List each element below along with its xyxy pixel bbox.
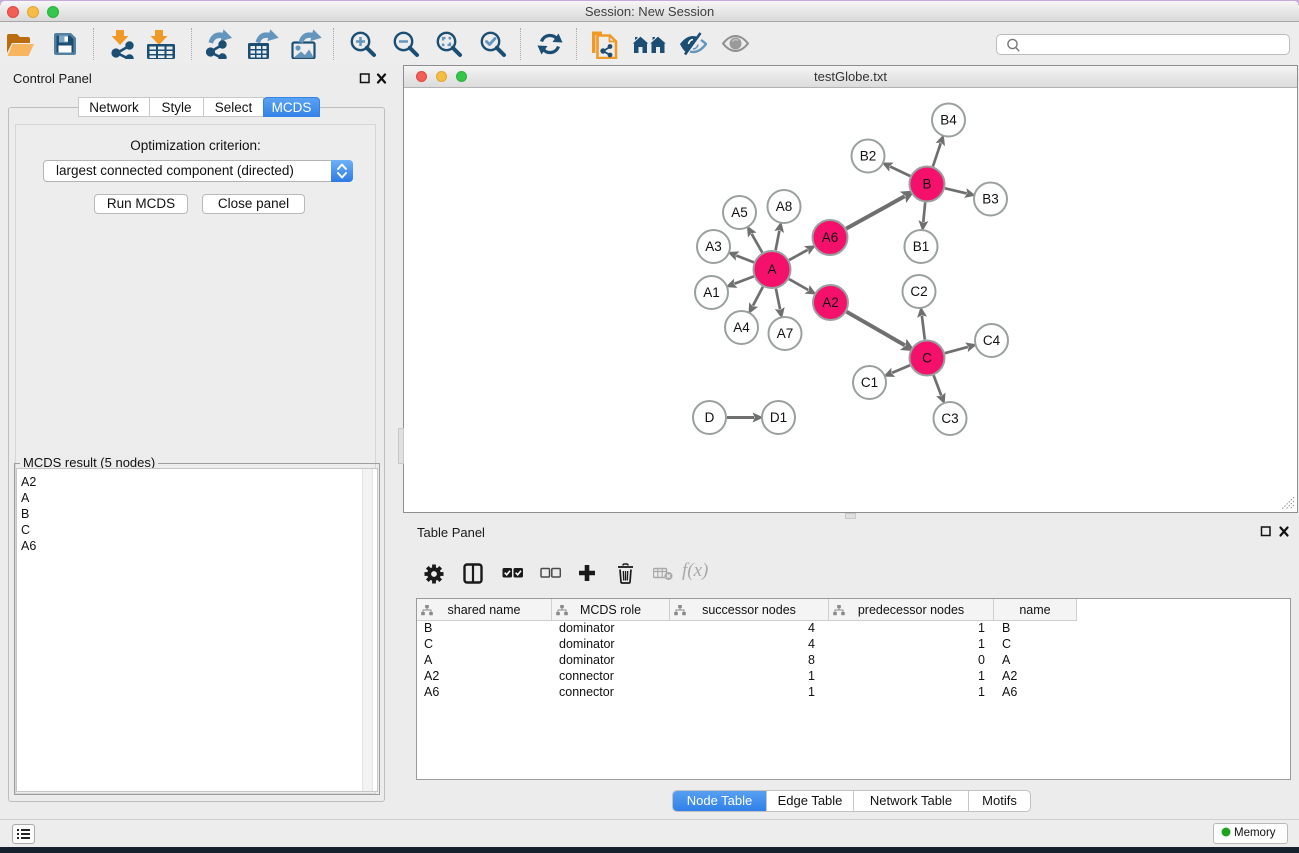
svg-text:C1: C1 xyxy=(861,375,878,390)
svg-text:B4: B4 xyxy=(940,113,957,128)
svg-text:A: A xyxy=(767,262,776,277)
svg-text:C4: C4 xyxy=(983,333,1001,348)
svg-text:A4: A4 xyxy=(733,320,750,335)
svg-text:A6: A6 xyxy=(822,230,839,245)
svg-text:A1: A1 xyxy=(703,285,720,300)
svg-text:B3: B3 xyxy=(982,192,999,207)
svg-text:A3: A3 xyxy=(705,239,722,254)
svg-text:C3: C3 xyxy=(941,411,958,426)
svg-text:D: D xyxy=(705,410,715,425)
svg-text:C: C xyxy=(922,351,932,366)
svg-text:B2: B2 xyxy=(860,149,877,164)
svg-text:D1: D1 xyxy=(770,410,787,425)
svg-text:B: B xyxy=(922,177,931,192)
svg-text:C2: C2 xyxy=(910,284,927,299)
svg-text:A8: A8 xyxy=(776,199,793,214)
svg-text:B1: B1 xyxy=(913,239,930,254)
svg-text:A2: A2 xyxy=(822,295,839,310)
svg-text:A5: A5 xyxy=(731,205,748,220)
svg-text:A7: A7 xyxy=(777,326,794,341)
